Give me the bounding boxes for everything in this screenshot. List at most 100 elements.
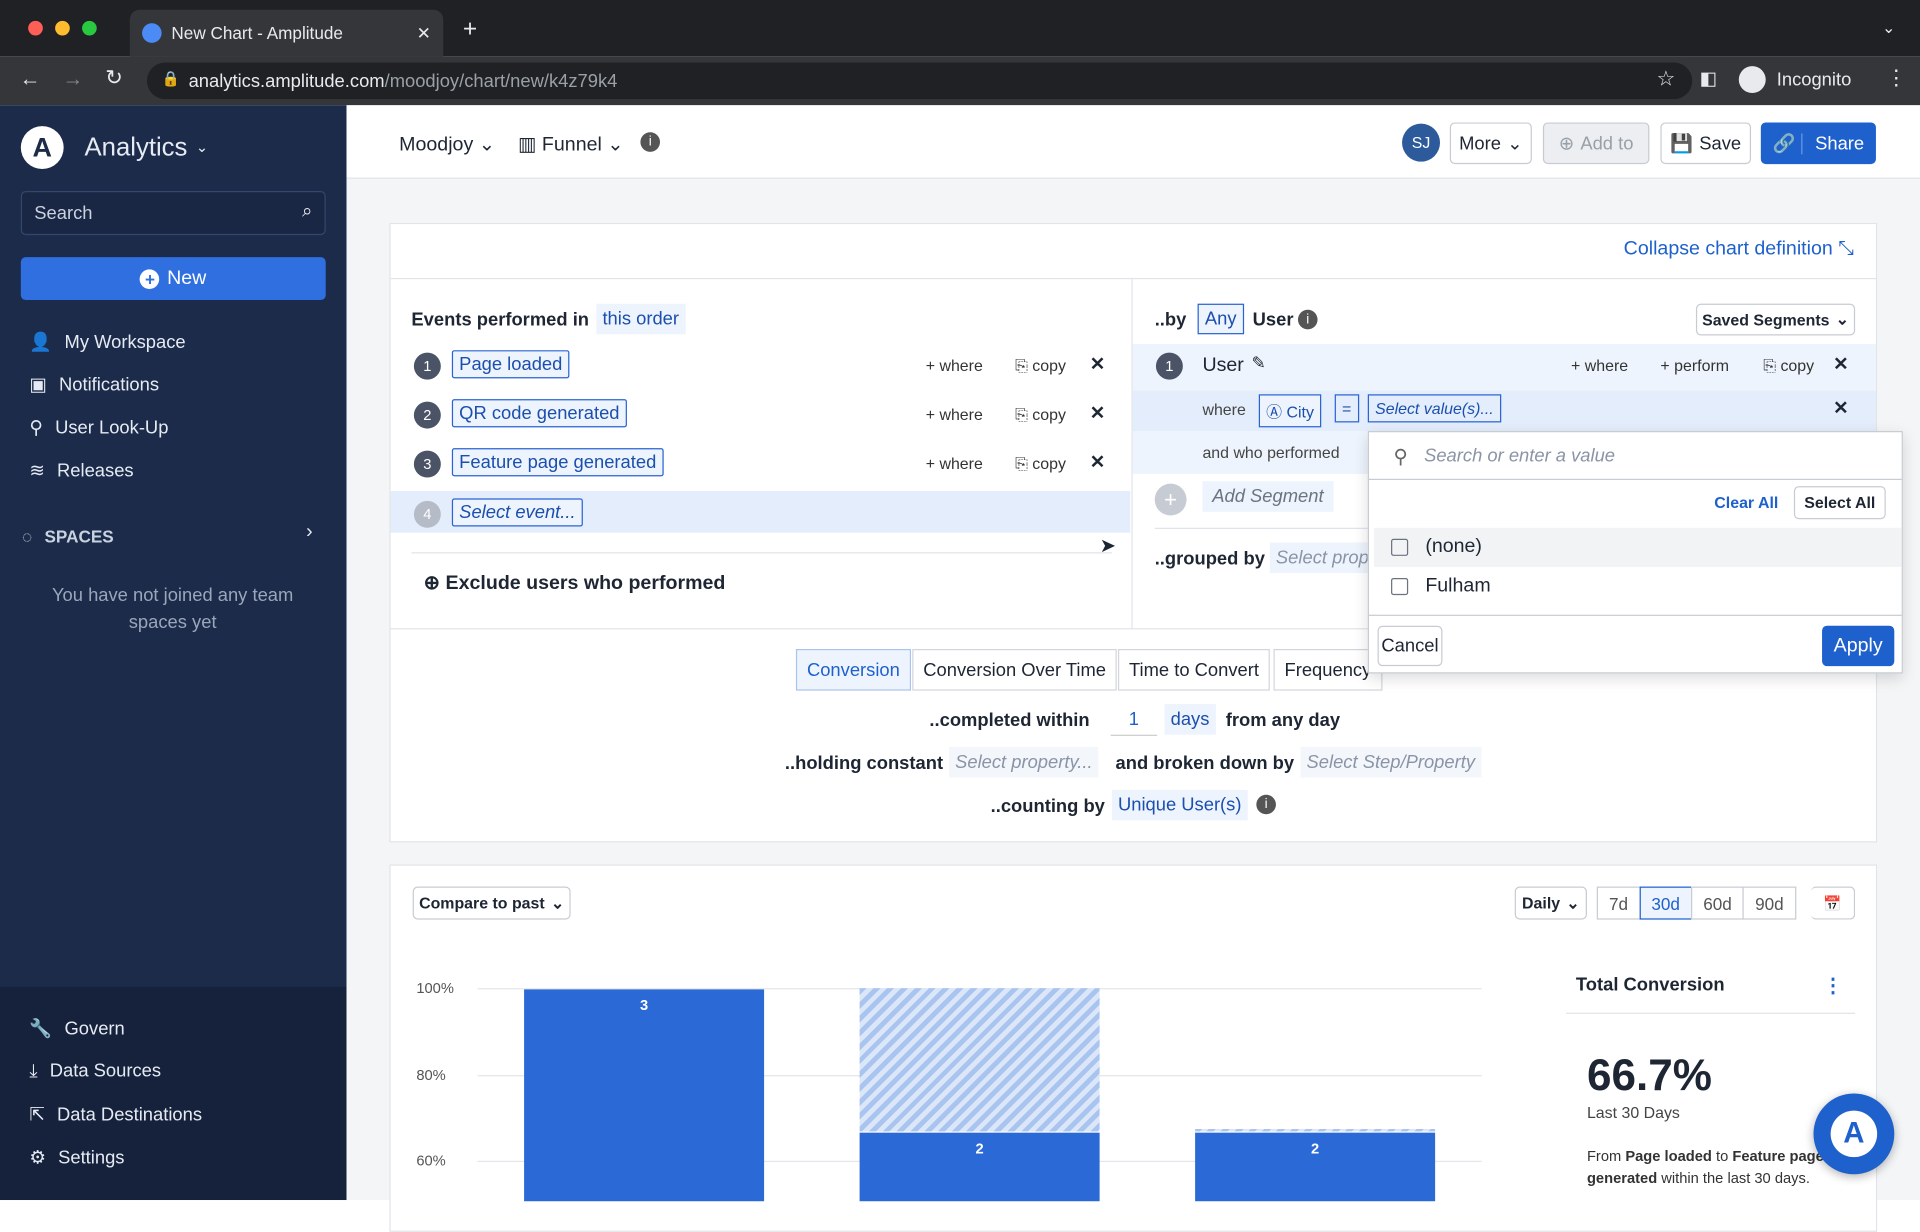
- add-to-button[interactable]: ⊕ Add to: [1542, 122, 1650, 165]
- checkbox[interactable]: [1391, 577, 1409, 596]
- sidebar-item-label: Govern: [64, 1018, 125, 1039]
- sidebar-item-data-sources[interactable]: ⤓ Data Sources: [29, 1060, 161, 1081]
- interval-selector[interactable]: Daily ⌄: [1514, 886, 1587, 920]
- event-pill[interactable]: Feature page generated: [451, 448, 664, 477]
- help-launcher-button[interactable]: A: [1813, 1093, 1895, 1175]
- option-none[interactable]: (none): [1373, 527, 1902, 567]
- counting-selector[interactable]: Unique User(s): [1111, 789, 1248, 821]
- group-by-selector[interactable]: Select property...: [1269, 542, 1368, 574]
- chevron-down-icon[interactable]: ⌄: [196, 138, 208, 155]
- close-window-button[interactable]: [28, 20, 43, 36]
- select-event-pill[interactable]: Select event...: [451, 498, 583, 527]
- tab-frequency[interactable]: Frequency: [1273, 648, 1383, 691]
- add-where-button[interactable]: + where: [926, 405, 983, 423]
- saved-segments-label: Saved Segments: [1702, 310, 1830, 329]
- bookmark-star-icon[interactable]: ☆: [1656, 67, 1675, 91]
- profile-label[interactable]: Incognito: [1777, 70, 1852, 91]
- breakdown-selector[interactable]: Select Step/Property: [1300, 746, 1482, 778]
- range-30d[interactable]: 30d: [1639, 886, 1693, 920]
- remove-segment-icon[interactable]: ✕: [1833, 353, 1848, 375]
- forward-icon[interactable]: →: [62, 67, 83, 91]
- info-icon[interactable]: i: [640, 132, 661, 152]
- url-path: /moodjoy/chart/new/k4z79k4: [384, 70, 618, 92]
- apply-button[interactable]: Apply: [1822, 625, 1895, 667]
- info-icon[interactable]: i: [1297, 309, 1318, 330]
- add-where-button[interactable]: + where: [926, 356, 983, 374]
- checkbox[interactable]: [1391, 538, 1409, 556]
- property-city-pill[interactable]: Ⓐ City: [1258, 394, 1322, 428]
- days-input[interactable]: 1: [1110, 704, 1158, 736]
- project-selector[interactable]: Moodjoy ⌄: [399, 132, 495, 156]
- save-button[interactable]: 💾 Save: [1660, 122, 1752, 165]
- browser-tab[interactable]: New Chart - Amplitude ✕: [129, 9, 444, 57]
- copy-button[interactable]: ⎘ copy: [1015, 356, 1066, 376]
- any-selector[interactable]: Any: [1197, 303, 1244, 335]
- remove-icon[interactable]: ✕: [1090, 353, 1105, 375]
- sidebar-item-releases[interactable]: ≋ Releases: [29, 459, 133, 481]
- sidebar-item-my-workspace[interactable]: 👤 My Workspace: [29, 331, 185, 352]
- copy-button[interactable]: ⎘ copy: [1015, 454, 1066, 474]
- time-unit-selector[interactable]: days: [1164, 704, 1216, 735]
- minimize-window-button[interactable]: [55, 20, 70, 36]
- select-values-pill[interactable]: Select value(s)...: [1367, 394, 1502, 423]
- remove-filter-icon[interactable]: ✕: [1833, 397, 1848, 419]
- sidebar-item-data-destinations[interactable]: ⇱ Data Destinations: [29, 1103, 202, 1125]
- spaces-section[interactable]: ◌ SPACES: [22, 527, 114, 547]
- operator-selector[interactable]: =: [1334, 394, 1359, 423]
- event-pill[interactable]: QR code generated: [451, 399, 627, 428]
- copy-button[interactable]: ⎘ copy: [1015, 405, 1066, 425]
- option-fulham[interactable]: Fulham: [1374, 567, 1902, 606]
- add-where-button[interactable]: + where: [1571, 356, 1628, 374]
- range-7d[interactable]: 7d: [1596, 886, 1641, 920]
- holding-constant-selector[interactable]: Select property...: [948, 746, 1099, 778]
- chart-type-selector[interactable]: ▥ Funnel ⌄: [518, 132, 624, 156]
- add-segment-icon[interactable]: +: [1154, 483, 1187, 516]
- sidebar-item-settings[interactable]: ⚙ Settings: [29, 1146, 124, 1168]
- more-button[interactable]: More ⌄: [1449, 122, 1532, 165]
- add-perform-button[interactable]: + perform: [1660, 356, 1729, 374]
- sidebar-item-user-look-up[interactable]: ⚲ User Look-Up: [29, 416, 168, 438]
- range-60d[interactable]: 60d: [1690, 886, 1745, 920]
- cancel-button[interactable]: Cancel: [1377, 625, 1443, 667]
- tab-time-to-convert[interactable]: Time to Convert: [1117, 648, 1270, 691]
- remove-icon[interactable]: ✕: [1090, 451, 1105, 473]
- back-icon[interactable]: ←: [20, 67, 41, 91]
- close-tab-icon[interactable]: ✕: [417, 23, 431, 44]
- exclude-users-button[interactable]: ⊕ Exclude users who performed: [424, 571, 726, 595]
- chevron-right-icon[interactable]: ›: [306, 522, 313, 544]
- summary-menu-icon[interactable]: ⋮: [1823, 973, 1843, 997]
- share-button[interactable]: 🔗 Share: [1760, 122, 1876, 165]
- tab-search-icon[interactable]: ⌄: [1882, 18, 1895, 38]
- value-search-input[interactable]: Search or enter a value: [1424, 446, 1615, 467]
- app-switcher[interactable]: Analytics: [84, 133, 187, 162]
- copy-button[interactable]: ⎘ copy: [1763, 356, 1814, 376]
- event-pill[interactable]: Page loaded: [451, 350, 570, 379]
- collapse-definition-link[interactable]: Collapse chart definition ⤡: [1624, 239, 1854, 261]
- avatar[interactable]: SJ: [1402, 123, 1441, 162]
- pencil-icon[interactable]: ✎: [1251, 353, 1265, 374]
- maximize-window-button[interactable]: [82, 20, 97, 36]
- add-segment-button[interactable]: Add Segment: [1202, 481, 1334, 512]
- where-label: where: [1202, 400, 1246, 419]
- tab-conversion-over-time[interactable]: Conversion Over Time: [912, 648, 1118, 691]
- range-90d[interactable]: 90d: [1742, 886, 1796, 920]
- sidebar-item-govern[interactable]: 🔧 Govern: [29, 1018, 125, 1039]
- info-icon[interactable]: i: [1256, 794, 1276, 815]
- add-where-button[interactable]: + where: [926, 454, 983, 472]
- saved-segments-button[interactable]: Saved Segments ⌄: [1695, 303, 1856, 336]
- sidepanel-icon[interactable]: ◧: [1700, 67, 1717, 90]
- new-tab-button[interactable]: +: [463, 16, 477, 44]
- remove-icon[interactable]: ✕: [1090, 402, 1105, 424]
- reload-icon[interactable]: ↻: [105, 66, 122, 90]
- url-field[interactable]: 🔒 analytics.amplitude.com/moodjoy/chart/…: [146, 62, 1693, 100]
- tab-conversion[interactable]: Conversion: [795, 648, 911, 691]
- new-button[interactable]: + New: [20, 257, 326, 301]
- search-input[interactable]: Search ⌕: [20, 191, 326, 236]
- compare-to-past-button[interactable]: Compare to past ⌄: [412, 886, 571, 920]
- select-all-button[interactable]: Select All: [1793, 486, 1886, 520]
- calendar-button[interactable]: 📅: [1811, 886, 1856, 920]
- clear-all-button[interactable]: Clear All: [1714, 493, 1778, 511]
- order-selector[interactable]: this order: [596, 303, 686, 335]
- sidebar-item-notifications[interactable]: ▣ Notifications: [29, 373, 159, 395]
- menu-kebab-icon[interactable]: ⋮: [1886, 66, 1907, 90]
